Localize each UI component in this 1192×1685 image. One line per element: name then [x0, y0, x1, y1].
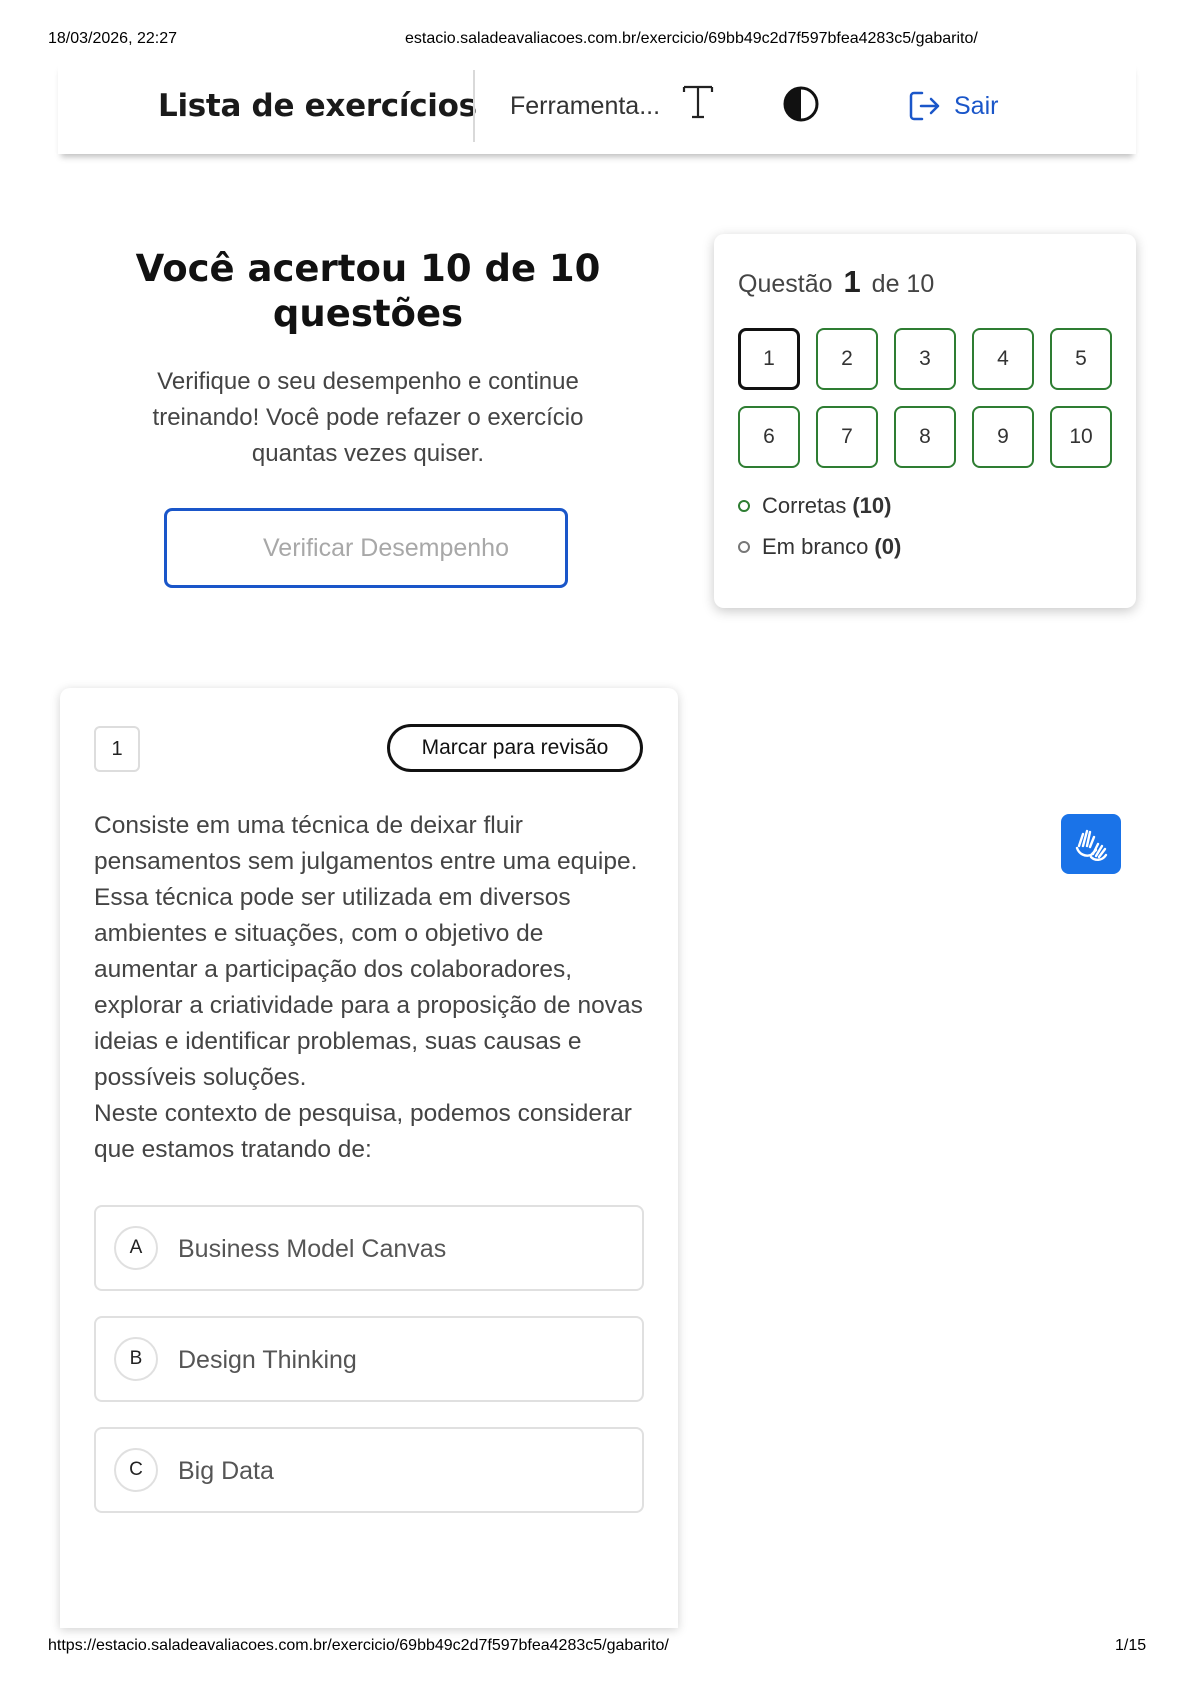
correct-dot-icon	[738, 500, 750, 512]
logout-icon	[909, 91, 940, 121]
print-header: 18/03/2026, 22:27 estacio.saladeavaliaco…	[0, 30, 1192, 50]
print-header-url: estacio.saladeavaliacoes.com.br/exercici…	[405, 30, 978, 47]
question-button-1[interactable]: 1	[738, 328, 800, 390]
question-button-4[interactable]: 4	[972, 328, 1034, 390]
question-card: 1 Marcar para revisão Consiste em uma té…	[60, 688, 678, 1628]
legend-blank-label: Em branco	[762, 534, 869, 559]
navigator-heading: Questão 1 de 10	[738, 264, 934, 300]
option-text: Big Data	[178, 1457, 274, 1485]
top-bar: Lista de exercícios Ferramenta... Sair	[58, 62, 1136, 154]
option-a[interactable]: A Business Model Canvas	[94, 1205, 644, 1291]
libras-accessibility-button[interactable]	[1061, 814, 1121, 874]
question-button-9[interactable]: 9	[972, 406, 1034, 468]
legend-correct-label: Corretas	[762, 493, 847, 518]
legend-blank: Em branco (0)	[738, 534, 901, 560]
tools-menu[interactable]: Ferramenta...	[510, 92, 660, 121]
option-text: Design Thinking	[178, 1346, 357, 1374]
option-c[interactable]: C Big Data	[94, 1427, 644, 1513]
question-number: 1	[94, 726, 140, 772]
question-navigator: Questão 1 de 10 1 2 3 4 5 6 7 8 9 10 Cor…	[714, 234, 1136, 608]
print-footer: https://estacio.saladeavaliacoes.com.br/…	[0, 1637, 1192, 1657]
topbar-divider	[473, 70, 475, 142]
navigator-current: 1	[843, 264, 861, 299]
blank-dot-icon	[738, 541, 750, 553]
option-letter: C	[114, 1448, 158, 1492]
question-button-7[interactable]: 7	[816, 406, 878, 468]
option-letter: A	[114, 1226, 158, 1270]
mark-for-review-button[interactable]: Marcar para revisão	[387, 724, 643, 772]
navigator-suffix: de 10	[871, 270, 935, 298]
question-paragraph-2: Neste contexto de pesquisa, podemos cons…	[94, 1100, 632, 1163]
logout-button[interactable]: Sair	[908, 86, 998, 126]
question-button-3[interactable]: 3	[894, 328, 956, 390]
question-button-2[interactable]: 2	[816, 328, 878, 390]
option-b[interactable]: B Design Thinking	[94, 1316, 644, 1402]
font-size-icon[interactable]	[682, 84, 714, 120]
question-button-6[interactable]: 6	[738, 406, 800, 468]
navigator-prefix: Questão	[738, 270, 833, 298]
contrast-icon[interactable]	[782, 85, 820, 123]
verify-performance-button[interactable]: Verificar Desempenho	[164, 508, 568, 588]
option-letter: B	[114, 1337, 158, 1381]
print-footer-url: https://estacio.saladeavaliacoes.com.br/…	[48, 1637, 669, 1654]
option-text: Business Model Canvas	[178, 1235, 447, 1263]
print-datetime: 18/03/2026, 22:27	[48, 30, 178, 47]
sign-language-hands-icon	[1075, 829, 1108, 861]
question-button-5[interactable]: 5	[1050, 328, 1112, 390]
logout-label: Sair	[954, 91, 999, 120]
legend-correct-count: (10)	[852, 493, 892, 518]
question-paragraph-1: Consiste em uma técnica de deixar fluir …	[94, 812, 643, 1091]
result-subtitle: Verifique o seu desempenho e continue tr…	[152, 368, 584, 467]
print-page-number: 1/15	[1115, 1637, 1147, 1654]
question-button-10[interactable]: 10	[1050, 406, 1112, 468]
question-button-8[interactable]: 8	[894, 406, 956, 468]
legend-blank-count: (0)	[874, 534, 902, 559]
verify-performance-label: Verificar Desempenho	[263, 533, 509, 562]
question-text: Consiste em uma técnica de deixar fluir …	[94, 808, 646, 1168]
result-title: Você acertou 10 de 10 questões	[135, 247, 601, 335]
legend-correct: Corretas (10)	[738, 493, 891, 519]
app-title: Lista de exercícios	[158, 88, 477, 124]
